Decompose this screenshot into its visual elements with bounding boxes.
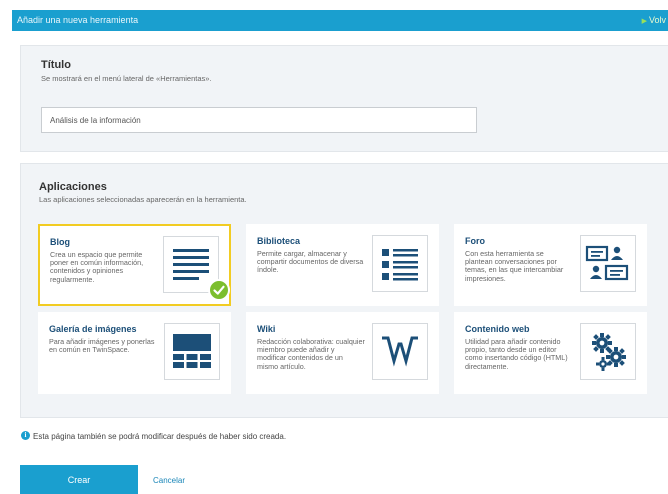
app-card-name: Biblioteca <box>257 236 301 246</box>
app-card-blog[interactable]: Blog Crea un espacio que permite poner e… <box>38 224 231 306</box>
app-card-contenido-web[interactable]: Contenido web Utilidad para añadir conte… <box>454 312 647 394</box>
back-link[interactable]: ▶ Volv <box>642 15 666 25</box>
info-icon: i <box>21 431 30 440</box>
app-card-name: Galería de imágenes <box>49 324 137 334</box>
wiki-w-icon <box>372 323 428 380</box>
selected-check-icon <box>208 279 230 301</box>
app-card-desc: Para añadir imágenes y ponerlas en común… <box>49 337 155 355</box>
applications-panel: Aplicaciones Las aplicaciones selecciona… <box>20 163 668 418</box>
back-arrow-icon: ▶ <box>641 18 647 25</box>
app-card-foro[interactable]: Foro Con esta herramienta se plantean co… <box>454 224 647 306</box>
create-button[interactable]: Crear <box>20 465 138 494</box>
library-list-icon <box>372 235 428 292</box>
app-card-name: Wiki <box>257 324 276 334</box>
title-panel: Título Se mostrará en el menú lateral de… <box>20 45 668 152</box>
info-text: Esta página también se podrá modificar d… <box>33 432 287 441</box>
applications-heading: Aplicaciones <box>39 181 107 193</box>
cancel-link[interactable]: Cancelar <box>153 476 185 485</box>
forum-chat-icon <box>580 235 636 292</box>
dialog-header: Añadir una nueva herramienta ▶ Volv <box>12 10 668 31</box>
back-label: Volv <box>648 15 666 25</box>
title-heading: Título <box>41 59 71 71</box>
title-subtitle: Se mostrará en el menú lateral de «Herra… <box>41 74 212 83</box>
app-card-desc: Con esta herramienta se plantean convers… <box>465 249 564 283</box>
gallery-grid-icon <box>164 323 220 380</box>
app-card-biblioteca[interactable]: Biblioteca Permite cargar, almacenar y c… <box>246 224 439 306</box>
applications-subtitle: Las aplicaciones seleccionadas aparecerá… <box>39 195 247 204</box>
gears-icon <box>580 323 636 380</box>
app-card-name: Blog <box>50 237 70 247</box>
app-card-name: Foro <box>465 236 485 246</box>
title-input[interactable] <box>41 107 477 133</box>
app-card-desc: Redacción colaborativa: cualquier miembr… <box>257 337 365 371</box>
app-card-desc: Crea un espacio que permite poner en com… <box>50 250 144 284</box>
app-card-name: Contenido web <box>465 324 530 334</box>
app-card-desc: Utilidad para añadir contenido propio, t… <box>465 337 568 371</box>
dialog-title: Añadir una nueva herramienta <box>17 15 139 25</box>
app-card-wiki[interactable]: Wiki Redacción colaborativa: cualquier m… <box>246 312 439 394</box>
app-card-desc: Permite cargar, almacenar y compartir do… <box>257 249 364 275</box>
app-card-galeria[interactable]: Galería de imágenes Para añadir imágenes… <box>38 312 231 394</box>
